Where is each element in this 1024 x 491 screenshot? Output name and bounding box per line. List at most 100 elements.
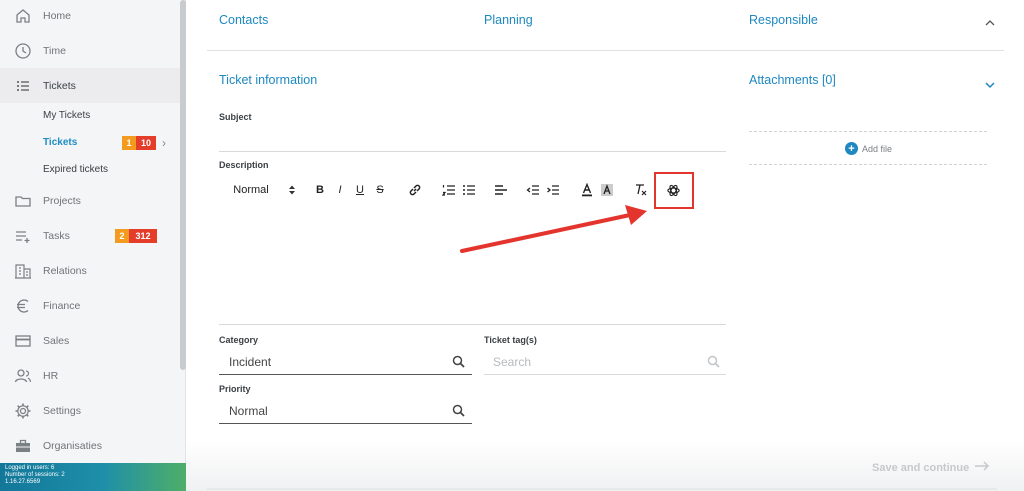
sidebar-item-label: Tasks [43, 229, 70, 242]
clear-format-icon[interactable] [633, 180, 649, 200]
sidebar-subitem-tickets[interactable]: Tickets 1 10 › [0, 129, 180, 156]
building-icon [14, 262, 32, 280]
clock-icon [14, 42, 32, 60]
subject-label: Subject [219, 112, 252, 122]
add-file-button[interactable]: + Add file [845, 142, 892, 155]
search-icon[interactable] [452, 355, 465, 373]
description-underline [219, 324, 726, 325]
sessions-count-text: Number of sessions: 2 [5, 472, 65, 478]
card-icon [14, 332, 32, 350]
sidebar-item-label: Time [43, 44, 66, 57]
sidebar: Home Time Tickets My Tickets Tickets 1 1… [0, 0, 186, 491]
add-file-label: Add file [862, 143, 893, 154]
contacts-header[interactable]: Contacts [219, 13, 268, 27]
background-color-icon[interactable] [599, 180, 615, 200]
sidebar-item-relations[interactable]: Relations [0, 253, 180, 288]
bold-button[interactable]: B [313, 180, 327, 200]
priority-label: Priority [219, 384, 251, 394]
plus-circle-icon: + [845, 142, 858, 155]
footer-divider [207, 488, 997, 490]
dropzone-top-border [749, 131, 987, 132]
italic-button[interactable]: I [333, 180, 347, 200]
sidebar-item-label: HR [43, 369, 59, 382]
sidebar-item-time[interactable]: Time [0, 33, 180, 68]
attachments-header[interactable]: Attachments [0] [749, 73, 836, 87]
sidebar-item-label: Organisaties [43, 439, 102, 452]
underline-button[interactable]: U [353, 180, 367, 200]
sidebar-item-label: Sales [43, 334, 70, 347]
sidebar-subitem-expired-tickets[interactable]: Expired tickets [0, 156, 180, 183]
sidebar-item-sales[interactable]: Sales [0, 323, 180, 358]
sidebar-item-label: Projects [43, 194, 81, 207]
sidebar-item-tasks[interactable]: Tasks 2 312 [0, 218, 180, 253]
subject-underline [219, 151, 726, 152]
briefcase-icon [14, 437, 32, 455]
arrow-right-icon [974, 461, 990, 474]
responsible-header[interactable]: Responsible [749, 13, 818, 27]
save-and-continue-button[interactable]: Save and continue [872, 461, 990, 474]
ticket-tags-input[interactable]: Search [493, 355, 531, 369]
ticket-tags-label: Ticket tag(s) [484, 335, 537, 345]
home-icon [14, 7, 32, 25]
sidebar-item-projects[interactable]: Projects [0, 183, 180, 218]
sidebar-subitem-label: Tickets [43, 137, 78, 148]
ordered-list-icon[interactable] [441, 180, 457, 200]
sidebar-item-organisaties[interactable]: Organisaties [0, 428, 180, 463]
priority-input[interactable]: Normal [229, 404, 268, 418]
chevron-down-icon[interactable] [984, 77, 996, 95]
ticket-tags-underline [484, 374, 726, 375]
dropzone-bottom-border [749, 164, 987, 165]
sidebar-item-settings[interactable]: Settings [0, 393, 180, 428]
session-status-bar: Logged in users: 6 Number of sessions: 2… [0, 463, 186, 491]
sidebar-scrollbar[interactable] [180, 0, 186, 370]
sidebar-item-hr[interactable]: HR [0, 358, 180, 393]
description-label: Description [219, 160, 269, 170]
people-icon [14, 367, 32, 385]
align-left-icon[interactable] [493, 180, 509, 200]
format-select[interactable]: Normal [231, 180, 271, 200]
sidebar-subitem-label: Expired tickets [43, 164, 109, 175]
chevron-right-icon[interactable]: › [162, 136, 166, 150]
task-count-badge-red: 312 [129, 229, 157, 243]
chevron-up-icon[interactable] [984, 15, 996, 33]
save-and-continue-label: Save and continue [872, 461, 970, 474]
logged-in-users-text: Logged in users: 6 [5, 465, 55, 471]
ticket-count-badge-red: 10 [136, 135, 156, 150]
euro-icon [14, 297, 32, 315]
planning-header[interactable]: Planning [484, 13, 533, 27]
strikethrough-button[interactable]: S [373, 180, 387, 200]
indent-icon[interactable] [545, 180, 561, 200]
sidebar-subitem-my-tickets[interactable]: My Tickets [0, 102, 180, 129]
annotation-highlight-box [654, 172, 694, 209]
search-icon[interactable] [452, 404, 465, 422]
sort-arrows-icon[interactable] [287, 180, 297, 200]
sidebar-item-finance[interactable]: Finance [0, 288, 180, 323]
section-divider [207, 50, 1004, 51]
subject-input[interactable] [219, 124, 726, 152]
category-underline [219, 374, 472, 375]
sidebar-item-label: Settings [43, 404, 81, 417]
editor-toolbar: Normal B I U S [219, 180, 709, 200]
search-icon[interactable] [707, 355, 720, 373]
text-color-icon[interactable] [579, 180, 595, 200]
version-text: 1.16.27.6569 [5, 479, 41, 485]
ticket-information-header[interactable]: Ticket information [219, 73, 317, 87]
list-icon [14, 77, 32, 95]
sidebar-item-tickets[interactable]: Tickets [0, 68, 180, 103]
category-label: Category [219, 335, 259, 345]
ticket-count-badge-orange: 1 [122, 135, 136, 150]
folder-icon [14, 192, 32, 210]
sidebar-item-label: Home [43, 9, 72, 22]
gear-icon [14, 402, 32, 420]
task-list-icon [14, 227, 32, 245]
sidebar-item-home[interactable]: Home [0, 0, 180, 33]
bullet-list-icon[interactable] [461, 180, 477, 200]
description-editor[interactable] [219, 206, 726, 324]
category-input[interactable]: Incident [229, 355, 271, 369]
task-count-badge-orange: 2 [115, 229, 129, 243]
outdent-icon[interactable] [525, 180, 541, 200]
link-icon[interactable] [407, 180, 423, 200]
sidebar-item-label: Finance [43, 299, 81, 312]
sidebar-item-label: Tickets [43, 79, 76, 92]
sidebar-subitem-label: My Tickets [43, 110, 91, 121]
